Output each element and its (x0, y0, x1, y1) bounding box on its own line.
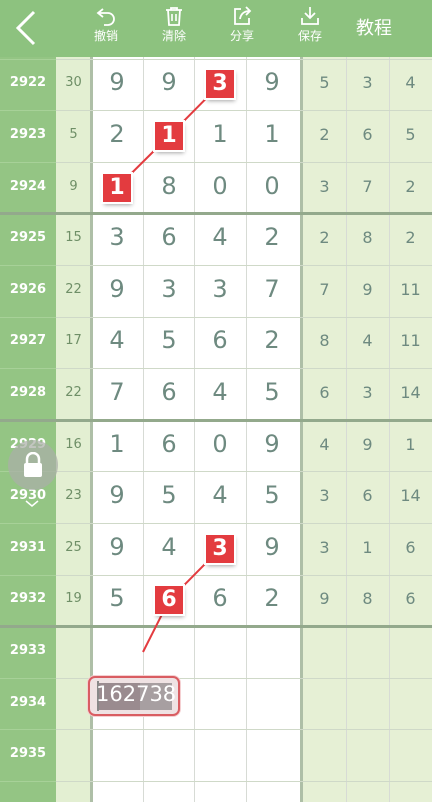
clear-button[interactable]: 清除 (149, 4, 199, 50)
chevron-down-icon[interactable] (25, 500, 39, 508)
share-label: 分享 (229, 29, 254, 43)
save-label: 保存 (297, 29, 322, 43)
clear-label: 清除 (161, 29, 186, 43)
share-icon (234, 6, 252, 25)
top-toolbar: 撤销 清除 分享 保存 教程 (0, 0, 432, 57)
trend-lines (116, 83, 221, 653)
back-button[interactable] (8, 6, 48, 50)
marked-digit[interactable]: 6 (155, 586, 183, 615)
marked-digit[interactable]: 3 (206, 70, 234, 99)
lock-button[interactable] (8, 440, 58, 490)
undo-button[interactable]: 撤销 (81, 4, 131, 50)
save-button[interactable]: 保存 (285, 4, 335, 50)
input-value: 162738 (96, 682, 177, 706)
tutorial-button[interactable]: 教程 (356, 14, 392, 40)
share-button[interactable]: 分享 (217, 4, 267, 50)
download-icon (301, 7, 319, 25)
trash-icon (166, 7, 182, 26)
marked-digit[interactable]: 1 (155, 122, 183, 150)
lock-icon (24, 452, 42, 477)
undo-icon (96, 8, 115, 26)
marked-digit[interactable]: 1 (103, 173, 131, 202)
chevron-left-icon (15, 10, 36, 46)
marked-digit[interactable]: 3 (206, 534, 234, 563)
number-input[interactable]: 162738 (88, 676, 180, 716)
undo-label: 撤销 (93, 29, 118, 43)
